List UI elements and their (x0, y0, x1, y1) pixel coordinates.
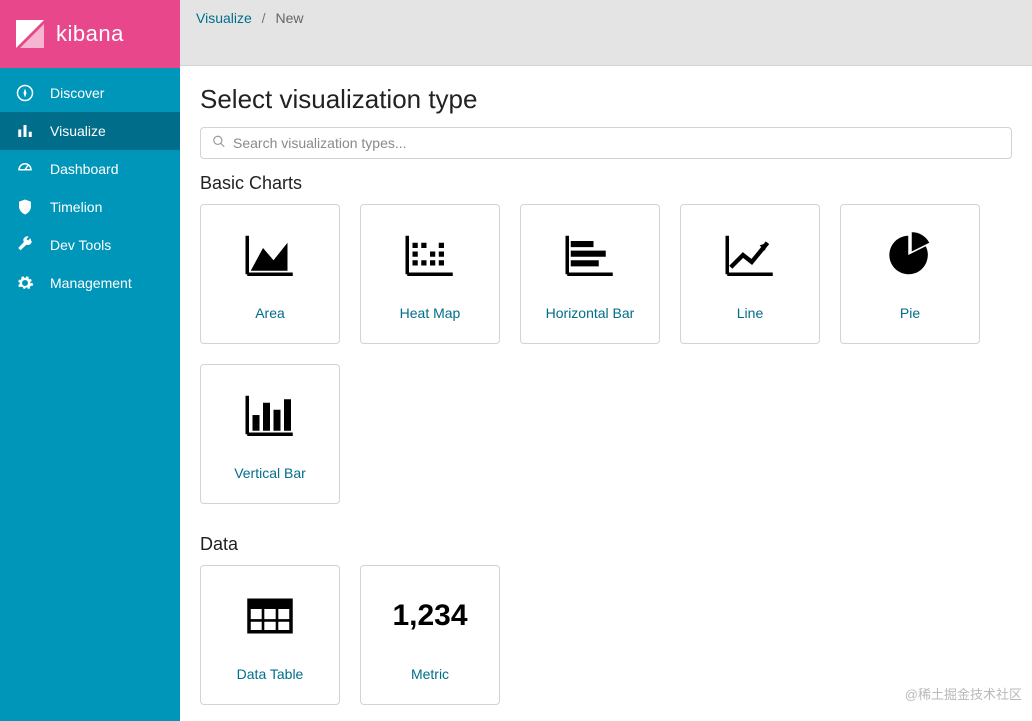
sidebar-item-timelion[interactable]: Timelion (0, 188, 180, 226)
search-input[interactable] (200, 127, 1012, 159)
search-wrap (200, 127, 1012, 159)
dashboard-icon (16, 160, 34, 178)
sidebar: kibana Discover Visualize Dashboard Time… (0, 0, 180, 721)
content: Select visualization type Basic Charts A… (180, 66, 1032, 721)
viz-card-metric[interactable]: 1,234 Metric (360, 565, 500, 705)
area-chart-icon (240, 227, 300, 283)
section-title-basic-charts: Basic Charts (200, 173, 1012, 194)
vertical-bar-icon (240, 387, 300, 443)
viz-card-pie[interactable]: Pie (840, 204, 980, 344)
page-title: Select visualization type (200, 84, 1012, 115)
sidebar-item-discover[interactable]: Discover (0, 74, 180, 112)
breadcrumb-current: New (275, 10, 303, 26)
table-icon (240, 588, 300, 644)
brand-header[interactable]: kibana (0, 0, 180, 68)
sidebar-item-label: Discover (50, 85, 104, 101)
sidebar-item-management[interactable]: Management (0, 264, 180, 302)
metric-sample-text: 1,234 (392, 599, 467, 633)
pie-chart-icon (880, 227, 940, 283)
sidebar-item-visualize[interactable]: Visualize (0, 112, 180, 150)
sidebar-item-dashboard[interactable]: Dashboard (0, 150, 180, 188)
breadcrumb-separator: / (262, 10, 266, 26)
viz-card-vertical-bar[interactable]: Vertical Bar (200, 364, 340, 504)
viz-card-horizontal-bar[interactable]: Horizontal Bar (520, 204, 660, 344)
viz-label: Pie (900, 305, 920, 321)
viz-label: Metric (411, 666, 449, 682)
sidebar-item-devtools[interactable]: Dev Tools (0, 226, 180, 264)
card-grid-basic-charts: Area Heat Map Horizont (200, 204, 1012, 504)
wrench-icon (16, 236, 34, 254)
breadcrumb-root[interactable]: Visualize (196, 10, 252, 26)
viz-card-data-table[interactable]: Data Table (200, 565, 340, 705)
line-chart-icon (720, 227, 780, 283)
sidebar-nav: Discover Visualize Dashboard Timelion De… (0, 68, 180, 302)
viz-label: Vertical Bar (234, 465, 306, 481)
sidebar-item-label: Dev Tools (50, 237, 111, 253)
heat-map-icon (400, 227, 460, 283)
shield-icon (16, 198, 34, 216)
sidebar-item-label: Management (50, 275, 132, 291)
viz-label: Data Table (237, 666, 304, 682)
horizontal-bar-icon (560, 227, 620, 283)
compass-icon (16, 84, 34, 102)
section-title-data: Data (200, 534, 1012, 555)
viz-label: Horizontal Bar (546, 305, 635, 321)
sidebar-item-label: Visualize (50, 123, 106, 139)
viz-card-heat-map[interactable]: Heat Map (360, 204, 500, 344)
viz-label: Line (737, 305, 763, 321)
main: Visualize / New Select visualization typ… (180, 0, 1032, 721)
bar-chart-icon (16, 122, 34, 140)
viz-card-line[interactable]: Line (680, 204, 820, 344)
search-icon (212, 134, 226, 151)
card-grid-data: Data Table 1,234 Metric (200, 565, 1012, 705)
breadcrumb: Visualize / New (196, 10, 1016, 26)
viz-label: Area (255, 305, 285, 321)
topbar: Visualize / New (180, 0, 1032, 66)
gear-icon (16, 274, 34, 292)
viz-card-area[interactable]: Area (200, 204, 340, 344)
kibana-logo-icon (14, 18, 46, 50)
brand-name: kibana (56, 21, 124, 47)
metric-icon: 1,234 (400, 588, 460, 644)
viz-label: Heat Map (400, 305, 461, 321)
sidebar-item-label: Timelion (50, 199, 102, 215)
sidebar-item-label: Dashboard (50, 161, 119, 177)
